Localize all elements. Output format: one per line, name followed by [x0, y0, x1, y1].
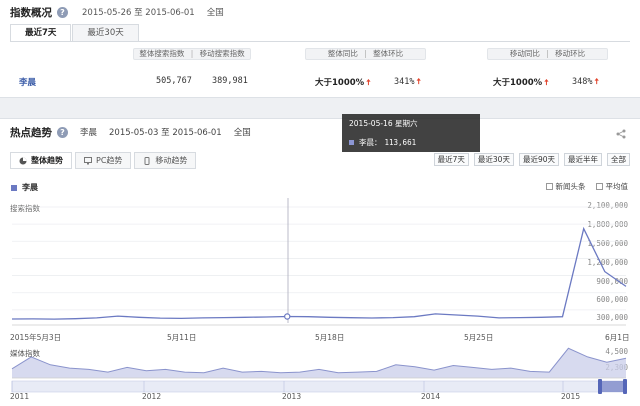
- mobile-icon: [144, 156, 150, 165]
- year-tick-label: 2011: [10, 392, 30, 401]
- tooltip-name: 李晨：: [359, 138, 382, 147]
- help-icon[interactable]: ?: [57, 126, 68, 138]
- y-tick-label: 2,100,000: [587, 201, 628, 210]
- hot-trend-panel: 热点趋势 ? 李晨 2015-05-03 至 2015-06-01 全国 整体趋…: [0, 118, 640, 406]
- tooltip-swatch: [349, 140, 354, 145]
- mobile-mom-value: 348%: [572, 77, 593, 87]
- overall-mom-header: 整体环比: [373, 49, 404, 58]
- up-arrow-icon: 🠅: [366, 78, 371, 87]
- checkbox-box[interactable]: [595, 183, 603, 190]
- overall-yoy-header: 整体同比: [327, 49, 358, 58]
- overview-title: 指数概况: [10, 6, 52, 19]
- mobile-yoy-cell: 大于1000% 🠅: [493, 76, 549, 91]
- mobile-yoy-value: 大于1000%: [493, 78, 543, 88]
- trend-tabs: 整体趋势 PC趋势 移动趋势: [10, 152, 199, 169]
- overall-mom-cell: 341% 🠅: [394, 76, 421, 90]
- year-tick-label: 2013: [282, 392, 302, 401]
- checkbox-label: 平均值: [605, 182, 629, 191]
- y-tick-label: 1,800,000: [587, 220, 628, 229]
- data-tooltip: 2015-05-16 星期六 李晨： 113,661: [342, 114, 480, 152]
- y-tick-label: 900,000: [596, 277, 628, 286]
- tab-pc-trend[interactable]: PC趋势: [75, 152, 132, 169]
- y-tick-label: 1,500,000: [587, 239, 628, 248]
- range-last-half-year[interactable]: 最近半年: [564, 153, 602, 166]
- media-y-tick-label: 4,500: [605, 347, 628, 356]
- tab-label: 移动趋势: [155, 156, 188, 165]
- overall-yoy-value: 大于1000%: [315, 78, 365, 88]
- tab-last-30-days[interactable]: 最近30天: [72, 24, 139, 42]
- year-tick-label: 2012: [142, 392, 162, 401]
- average-checkbox[interactable]: 平均值: [595, 181, 629, 192]
- overall-search-value: 505,767: [156, 76, 192, 86]
- chart-legend[interactable]: 李晨: [11, 182, 38, 193]
- up-arrow-icon: 🠅: [544, 78, 549, 87]
- overall-search-header: 整体搜索指数: [139, 49, 185, 58]
- range-last-7-days[interactable]: 最近7天: [433, 153, 469, 166]
- overview-region[interactable]: 全国: [207, 6, 224, 18]
- header-separator: |: [364, 49, 367, 58]
- share-icon[interactable]: [616, 129, 626, 139]
- overall-yoy-cell: 大于1000% 🠅: [315, 76, 371, 91]
- trend-region[interactable]: 全国: [234, 126, 251, 138]
- up-arrow-icon: 🠅: [594, 77, 599, 86]
- mobile-search-value: 389,981: [212, 76, 248, 86]
- year-tick-label: 2015: [561, 392, 581, 401]
- overview-tabs: 最近7天 最近30天: [10, 24, 140, 42]
- header-separator: |: [546, 49, 549, 58]
- y-tick-label: 600,000: [596, 295, 628, 304]
- mobile-search-header: 移动搜索指数: [199, 49, 245, 58]
- news-headline-checkbox[interactable]: 新闻头条: [545, 181, 586, 192]
- trend-title: 热点趋势: [10, 126, 52, 139]
- trend-date-range[interactable]: 2015-05-03 至 2015-06-01: [109, 126, 222, 138]
- tooltip-value: 113,661: [384, 138, 417, 147]
- tab-label: 整体趋势: [31, 156, 63, 165]
- trend-keyword: 李晨: [80, 128, 98, 138]
- x-tick-label: 6月1日: [605, 333, 630, 342]
- trend-header: 热点趋势 ? 李晨 2015-05-03 至 2015-06-01 全国: [10, 125, 251, 139]
- x-tick-label: 5月25日: [464, 333, 494, 342]
- checkbox-box[interactable]: [545, 183, 553, 190]
- overview-date-range: 2015-05-26 至 2015-06-01: [82, 8, 195, 18]
- keyword-link[interactable]: 李晨: [19, 76, 36, 88]
- tab-last-7-days[interactable]: 最近7天: [10, 24, 72, 42]
- overview-header: 指数概况 ? 2015-05-26 至 2015-06-01 全国: [10, 5, 224, 19]
- x-tick-label: 2015年5月3日: [10, 333, 62, 342]
- range-last-30-days[interactable]: 最近30天: [473, 153, 514, 166]
- legend-label: 李晨: [22, 183, 38, 192]
- up-arrow-icon: 🠅: [416, 77, 421, 86]
- y-tick-label: 1,200,000: [587, 258, 628, 267]
- tabs-divider: [10, 41, 630, 42]
- tooltip-date: 2015-05-16 星期六: [349, 119, 418, 128]
- range-last-90-days[interactable]: 最近90天: [518, 153, 559, 166]
- help-icon[interactable]: ?: [57, 6, 68, 18]
- index-overview-panel: 指数概况 ? 2015-05-26 至 2015-06-01 全国 最近7天 最…: [0, 0, 640, 98]
- mobile-mom-cell: 348% 🠅: [572, 76, 599, 90]
- search-index-header: 整体搜索指数 | 移动搜索指数: [133, 48, 251, 60]
- x-tick-label: 5月18日: [315, 333, 345, 342]
- legend-swatch: [11, 184, 17, 191]
- tooltip-row: 李晨： 113,661: [349, 137, 473, 148]
- x-tick-label: 5月11日: [167, 333, 197, 342]
- header-separator: |: [190, 49, 194, 58]
- media-y-tick-label: 2,300: [605, 363, 628, 372]
- media-index-title: 媒体指数: [10, 349, 40, 358]
- overlay-options: 新闻头条 平均值: [536, 181, 629, 192]
- overall-ratio-header: 整体同比 | 整体环比: [305, 48, 426, 60]
- time-range-buttons: 最近7天 最近30天 最近90天 最近半年 全部: [429, 153, 630, 166]
- y-tick-label: 300,000: [596, 313, 628, 322]
- mobile-ratio-header: 移动同比 | 移动环比: [487, 48, 608, 60]
- range-all[interactable]: 全部: [607, 153, 630, 166]
- tab-label: PC趋势: [96, 156, 123, 165]
- mobile-mom-header: 移动环比: [555, 49, 586, 58]
- pie-icon: [19, 157, 27, 164]
- tab-mobile-trend[interactable]: 移动趋势: [134, 152, 197, 169]
- monitor-icon: [84, 156, 92, 164]
- year-tick-label: 2014: [421, 392, 441, 401]
- mobile-yoy-header: 移动同比: [509, 49, 540, 58]
- overall-mom-value: 341%: [394, 77, 415, 87]
- checkbox-label: 新闻头条: [555, 182, 586, 191]
- y-axis-title: 搜索指数: [10, 204, 40, 213]
- tab-overall-trend[interactable]: 整体趋势: [10, 152, 72, 169]
